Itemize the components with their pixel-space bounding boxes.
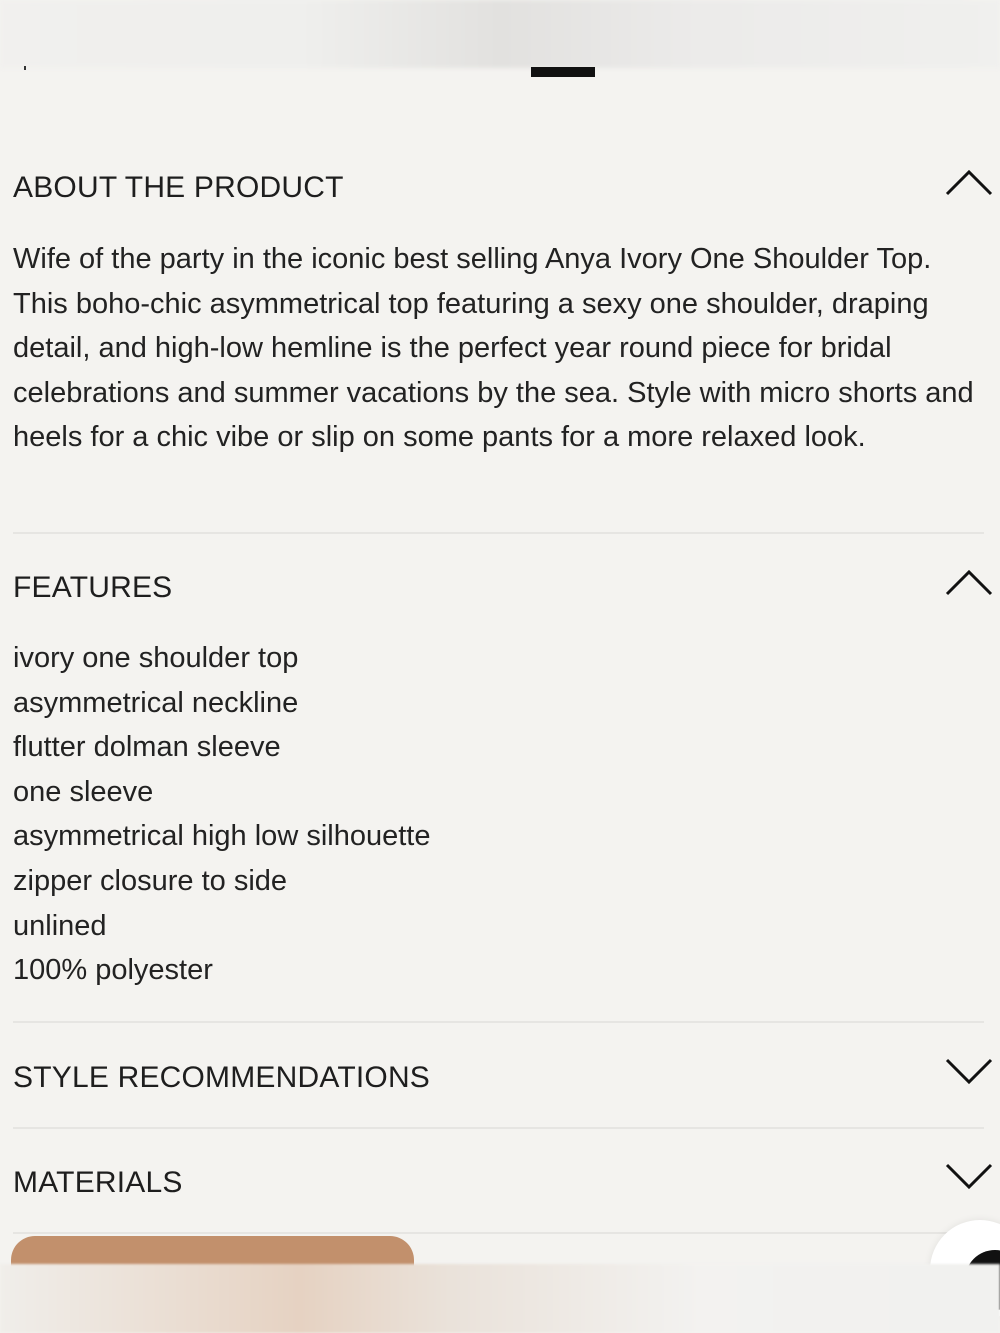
style-recommendations-title: STYLE RECOMMENDATIONS — [13, 1061, 431, 1094]
about-section-header[interactable]: ABOUT THE PRODUCT — [13, 157, 993, 217]
divider — [13, 1127, 984, 1129]
features-section-title: FEATURES — [13, 571, 173, 604]
list-item: zipper closure to side — [13, 864, 288, 897]
features-list: ivory one shoulder top asymmetrical neck… — [13, 636, 993, 993]
features-section-header[interactable]: FEATURES — [13, 557, 993, 617]
list-item: flutter dolman sleeve — [13, 731, 281, 764]
style-recommendations-header[interactable]: STYLE RECOMMENDATIONS — [13, 1047, 993, 1107]
about-section-title: ABOUT THE PRODUCT — [13, 171, 344, 204]
divider — [13, 1232, 984, 1234]
list-item: 100% polyester — [13, 954, 213, 987]
blurred-product-image-bottom — [0, 1264, 1000, 1333]
image-pager-active-indicator — [531, 67, 595, 77]
list-item: asymmetrical high low silhouette — [13, 820, 431, 853]
materials-header[interactable]: MATERIALS — [13, 1152, 993, 1212]
features-section: FEATURES ivory one shoulder top asymmetr… — [13, 557, 993, 993]
about-section: ABOUT THE PRODUCT Wife of the party in t… — [13, 157, 993, 460]
divider — [13, 1021, 984, 1023]
divider — [13, 532, 984, 534]
chevron-down-icon[interactable] — [945, 1162, 993, 1192]
list-item: asymmetrical neckline — [13, 686, 299, 719]
tab-tick — [24, 66, 26, 70]
style-recommendations-section: STYLE RECOMMENDATIONS — [13, 1047, 993, 1107]
list-item: unlined — [13, 909, 107, 942]
list-item: ivory one shoulder top — [13, 642, 299, 674]
list-item: one sleeve — [13, 775, 154, 808]
about-description: Wife of the party in the iconic best sel… — [13, 243, 974, 454]
chevron-down-icon[interactable] — [945, 1057, 993, 1087]
chevron-up-icon[interactable] — [945, 167, 993, 197]
blurred-product-image-top — [0, 0, 1000, 68]
materials-section: MATERIALS — [13, 1152, 993, 1212]
chevron-up-icon[interactable] — [945, 567, 993, 597]
materials-title: MATERIALS — [13, 1166, 183, 1199]
